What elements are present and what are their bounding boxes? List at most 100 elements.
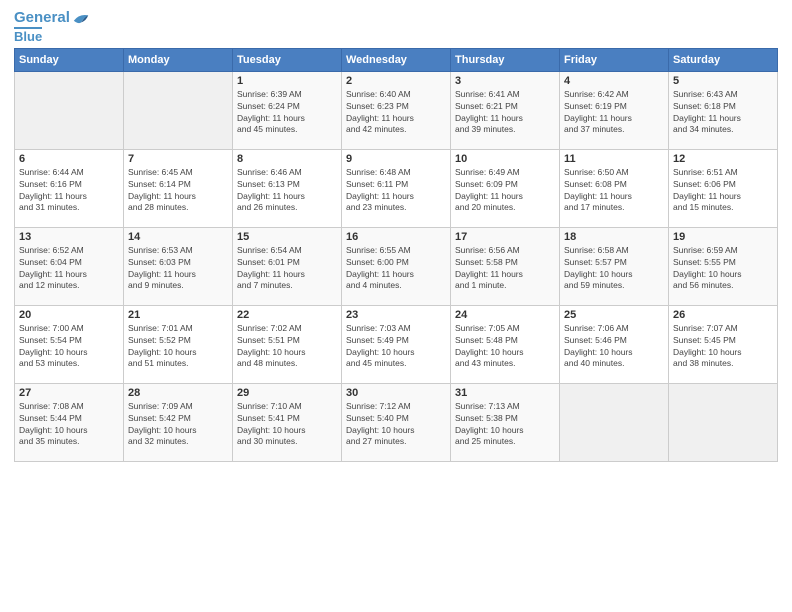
calendar-cell: 2 Sunrise: 6:40 AM Sunset: 6:23 PM Daylig… [342,71,451,149]
day-number: 31 [455,387,555,399]
day-info: Sunrise: 7:08 AM Sunset: 5:44 PM Dayligh… [19,401,119,449]
weekday-header-row: SundayMondayTuesdayWednesdayThursdayFrid… [15,48,778,71]
calendar-cell: 17 Sunrise: 6:56 AM Sunset: 5:58 PM Dayli… [451,227,560,305]
weekday-header-tuesday: Tuesday [233,48,342,71]
calendar-cell: 14Sunrise: 6:53 AM Sunset: 6:03 PM Dayli… [124,227,233,305]
calendar-cell: 3 Sunrise: 6:41 AM Sunset: 6:21 PM Daylig… [451,71,560,149]
calendar-cell: 16 Sunrise: 6:55 AM Sunset: 6:00 PM Dayli… [342,227,451,305]
day-info: Sunrise: 6:55 AM Sunset: 6:00 PM Dayligh… [346,245,446,293]
weekday-header-saturday: Saturday [669,48,778,71]
day-info: Sunrise: 6:59 AM Sunset: 5:55 PM Dayligh… [673,245,773,293]
calendar-cell: 24 Sunrise: 7:05 AM Sunset: 5:48 PM Dayli… [451,305,560,383]
day-number: 28 [128,387,228,399]
day-number: 12 [673,153,773,165]
calendar-cell: 6 Sunrise: 6:44 AM Sunset: 6:16 PM Daylig… [15,149,124,227]
day-info: Sunrise: 6:52 AM Sunset: 6:04 PM Dayligh… [19,245,119,293]
day-info: Sunrise: 6:41 AM Sunset: 6:21 PM Dayligh… [455,89,555,137]
calendar-cell: 7 Sunrise: 6:45 AM Sunset: 6:14 PM Daylig… [124,149,233,227]
calendar-cell: 28 Sunrise: 7:09 AM Sunset: 5:42 PM Dayli… [124,383,233,461]
day-info: Sunrise: 6:48 AM Sunset: 6:11 PM Dayligh… [346,167,446,215]
weekday-header-monday: Monday [124,48,233,71]
day-info: Sunrise: 6:40 AM Sunset: 6:23 PM Dayligh… [346,89,446,137]
calendar-cell [124,71,233,149]
calendar-cell: 26 Sunrise: 7:07 AM Sunset: 5:45 PM Dayli… [669,305,778,383]
day-info: Sunrise: 6:53 AM Sunset: 6:03 PM Dayligh… [128,245,228,293]
week-row-5: 27 Sunrise: 7:08 AM Sunset: 5:44 PM Dayli… [15,383,778,461]
day-info: Sunrise: 7:00 AM Sunset: 5:54 PM Dayligh… [19,323,119,371]
day-number: 3 [455,75,555,87]
day-info: Sunrise: 6:46 AM Sunset: 6:13 PM Dayligh… [237,167,337,215]
calendar-cell: 19 Sunrise: 6:59 AM Sunset: 5:55 PM Dayli… [669,227,778,305]
weekday-header-thursday: Thursday [451,48,560,71]
calendar-cell: 18Sunrise: 6:58 AM Sunset: 5:57 PM Dayli… [560,227,669,305]
day-number: 15 [237,231,337,243]
day-number: 5 [673,75,773,87]
calendar-cell: 9 Sunrise: 6:48 AM Sunset: 6:11 PM Daylig… [342,149,451,227]
weekday-header-sunday: Sunday [15,48,124,71]
day-info: Sunrise: 6:45 AM Sunset: 6:14 PM Dayligh… [128,167,228,215]
calendar-cell: 10 Sunrise: 6:49 AM Sunset: 6:09 PM Dayli… [451,149,560,227]
day-number: 23 [346,309,446,321]
day-number: 27 [19,387,119,399]
day-number: 11 [564,153,664,165]
day-number: 30 [346,387,446,399]
day-number: 7 [128,153,228,165]
logo-blue-text: Blue [14,27,42,44]
day-info: Sunrise: 6:50 AM Sunset: 6:08 PM Dayligh… [564,167,664,215]
day-info: Sunrise: 7:13 AM Sunset: 5:38 PM Dayligh… [455,401,555,449]
day-number: 8 [237,153,337,165]
day-number: 6 [19,153,119,165]
calendar-cell: 27 Sunrise: 7:08 AM Sunset: 5:44 PM Dayli… [15,383,124,461]
day-number: 10 [455,153,555,165]
day-info: Sunrise: 7:02 AM Sunset: 5:51 PM Dayligh… [237,323,337,371]
day-info: Sunrise: 6:51 AM Sunset: 6:06 PM Dayligh… [673,167,773,215]
day-info: Sunrise: 7:03 AM Sunset: 5:49 PM Dayligh… [346,323,446,371]
weekday-header-friday: Friday [560,48,669,71]
day-info: Sunrise: 6:44 AM Sunset: 6:16 PM Dayligh… [19,167,119,215]
page-container: General Blue SundayMondayTuesdayWednesda… [0,0,792,468]
day-number: 19 [673,231,773,243]
calendar-cell: 11 Sunrise: 6:50 AM Sunset: 6:08 PM Dayli… [560,149,669,227]
day-number: 26 [673,309,773,321]
day-info: Sunrise: 7:05 AM Sunset: 5:48 PM Dayligh… [455,323,555,371]
day-number: 29 [237,387,337,399]
day-info: Sunrise: 6:58 AM Sunset: 5:57 PM Dayligh… [564,245,664,293]
day-info: Sunrise: 7:07 AM Sunset: 5:45 PM Dayligh… [673,323,773,371]
week-row-1: 1Sunrise: 6:39 AM Sunset: 6:24 PM Daylig… [15,71,778,149]
day-info: Sunrise: 6:54 AM Sunset: 6:01 PM Dayligh… [237,245,337,293]
calendar-cell: 23 Sunrise: 7:03 AM Sunset: 5:49 PM Dayli… [342,305,451,383]
day-number: 4 [564,75,664,87]
calendar-cell: 12 Sunrise: 6:51 AM Sunset: 6:06 PM Dayli… [669,149,778,227]
day-info: Sunrise: 6:42 AM Sunset: 6:19 PM Dayligh… [564,89,664,137]
day-info: Sunrise: 6:49 AM Sunset: 6:09 PM Dayligh… [455,167,555,215]
calendar-cell: 8 Sunrise: 6:46 AM Sunset: 6:13 PM Daylig… [233,149,342,227]
calendar-cell: 5Sunrise: 6:43 AM Sunset: 6:18 PM Daylig… [669,71,778,149]
logo: General Blue [14,10,90,44]
day-info: Sunrise: 7:01 AM Sunset: 5:52 PM Dayligh… [128,323,228,371]
header: General Blue [14,10,778,44]
day-number: 9 [346,153,446,165]
week-row-3: 13Sunrise: 6:52 AM Sunset: 6:04 PM Dayli… [15,227,778,305]
day-number: 20 [19,309,119,321]
calendar-cell [669,383,778,461]
logo-bird-icon [72,11,90,25]
calendar-cell: 31 Sunrise: 7:13 AM Sunset: 5:38 PM Dayli… [451,383,560,461]
day-info: Sunrise: 7:10 AM Sunset: 5:41 PM Dayligh… [237,401,337,449]
day-number: 24 [455,309,555,321]
day-number: 25 [564,309,664,321]
calendar-table: SundayMondayTuesdayWednesdayThursdayFrid… [14,48,778,462]
day-number: 2 [346,75,446,87]
calendar-cell: 13Sunrise: 6:52 AM Sunset: 6:04 PM Dayli… [15,227,124,305]
calendar-cell: 4 Sunrise: 6:42 AM Sunset: 6:19 PM Daylig… [560,71,669,149]
day-number: 16 [346,231,446,243]
day-info: Sunrise: 7:09 AM Sunset: 5:42 PM Dayligh… [128,401,228,449]
day-info: Sunrise: 6:56 AM Sunset: 5:58 PM Dayligh… [455,245,555,293]
day-number: 17 [455,231,555,243]
week-row-2: 6 Sunrise: 6:44 AM Sunset: 6:16 PM Daylig… [15,149,778,227]
day-number: 1 [237,75,337,87]
calendar-cell: 21 Sunrise: 7:01 AM Sunset: 5:52 PM Dayli… [124,305,233,383]
day-number: 21 [128,309,228,321]
calendar-cell: 1Sunrise: 6:39 AM Sunset: 6:24 PM Daylig… [233,71,342,149]
calendar-cell: 15 Sunrise: 6:54 AM Sunset: 6:01 PM Dayli… [233,227,342,305]
calendar-cell: 29 Sunrise: 7:10 AM Sunset: 5:41 PM Dayli… [233,383,342,461]
